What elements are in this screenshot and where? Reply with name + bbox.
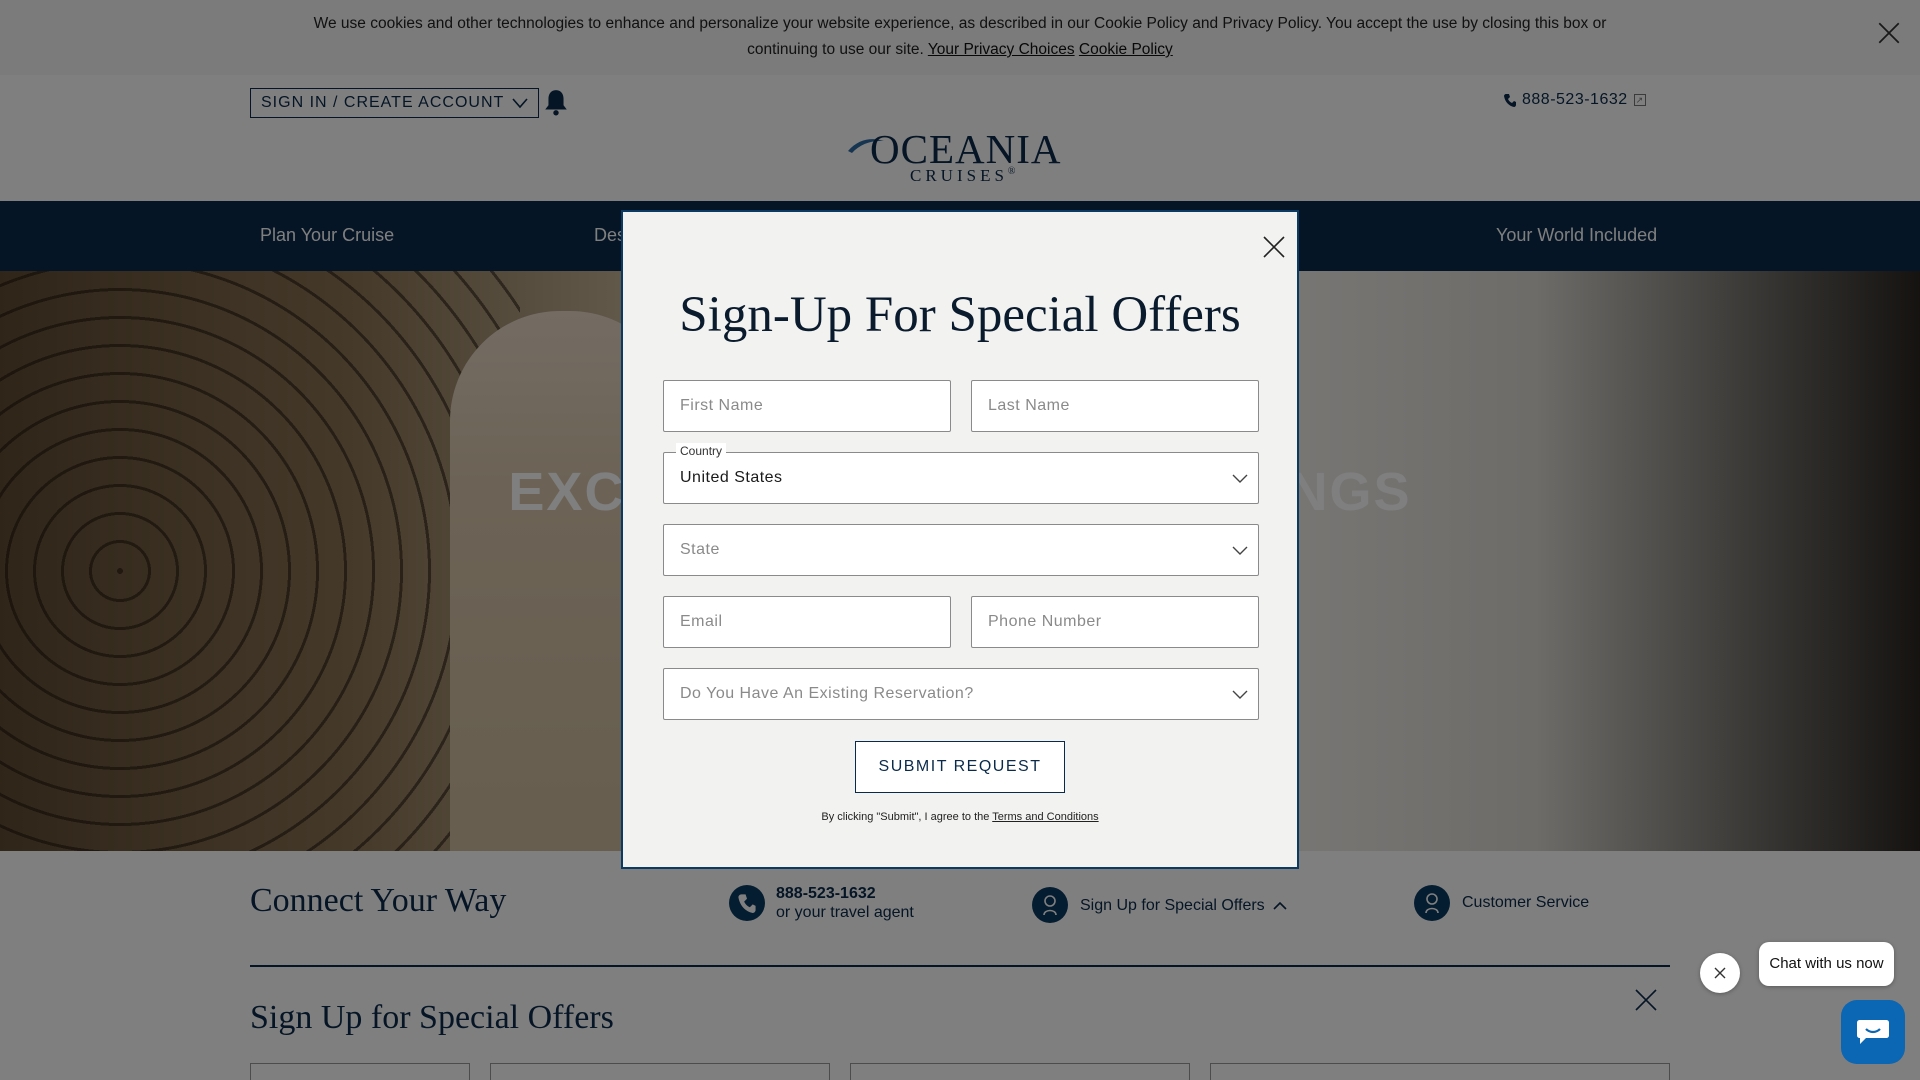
chevron-down-icon — [1232, 690, 1248, 699]
terms-prefix: By clicking "Submit", I agree to the — [821, 811, 990, 823]
chat-bubble[interactable]: Chat with us now — [1759, 942, 1894, 986]
first-name-placeholder: First Name — [680, 397, 764, 414]
country-select[interactable]: Country United States — [663, 443, 1259, 504]
country-label: Country — [676, 443, 727, 459]
email-placeholder: Email — [680, 613, 723, 630]
chevron-down-icon — [1232, 546, 1248, 555]
state-select[interactable]: State — [663, 524, 1259, 576]
country-value: United States — [680, 469, 783, 486]
reservation-select[interactable]: Do You Have An Existing Reservation? — [663, 668, 1259, 720]
signup-modal: Sign-Up For Special Offers First Name La… — [621, 210, 1299, 869]
email-field[interactable]: Email — [663, 596, 951, 648]
chat-dismiss-button[interactable] — [1700, 953, 1740, 993]
state-placeholder: State — [680, 541, 720, 558]
terms-link[interactable]: Terms and Conditions — [992, 811, 1098, 823]
last-name-placeholder: Last Name — [988, 397, 1070, 414]
chat-icon — [1857, 1020, 1889, 1044]
chevron-down-icon — [1232, 474, 1248, 483]
phone-field[interactable]: Phone Number — [971, 596, 1259, 648]
reservation-placeholder: Do You Have An Existing Reservation? — [680, 685, 974, 702]
terms-text: By clicking "Submit", I agree to the Ter… — [623, 811, 1297, 823]
first-name-field[interactable]: First Name — [663, 380, 951, 432]
phone-placeholder: Phone Number — [988, 613, 1102, 630]
close-icon[interactable] — [1262, 235, 1286, 259]
last-name-field[interactable]: Last Name — [971, 380, 1259, 432]
submit-request-button[interactable]: SUBMIT REQUEST — [855, 741, 1065, 793]
chat-button[interactable] — [1841, 1000, 1905, 1064]
modal-title: Sign-Up For Special Offers — [679, 287, 1241, 343]
close-icon — [1714, 967, 1726, 979]
